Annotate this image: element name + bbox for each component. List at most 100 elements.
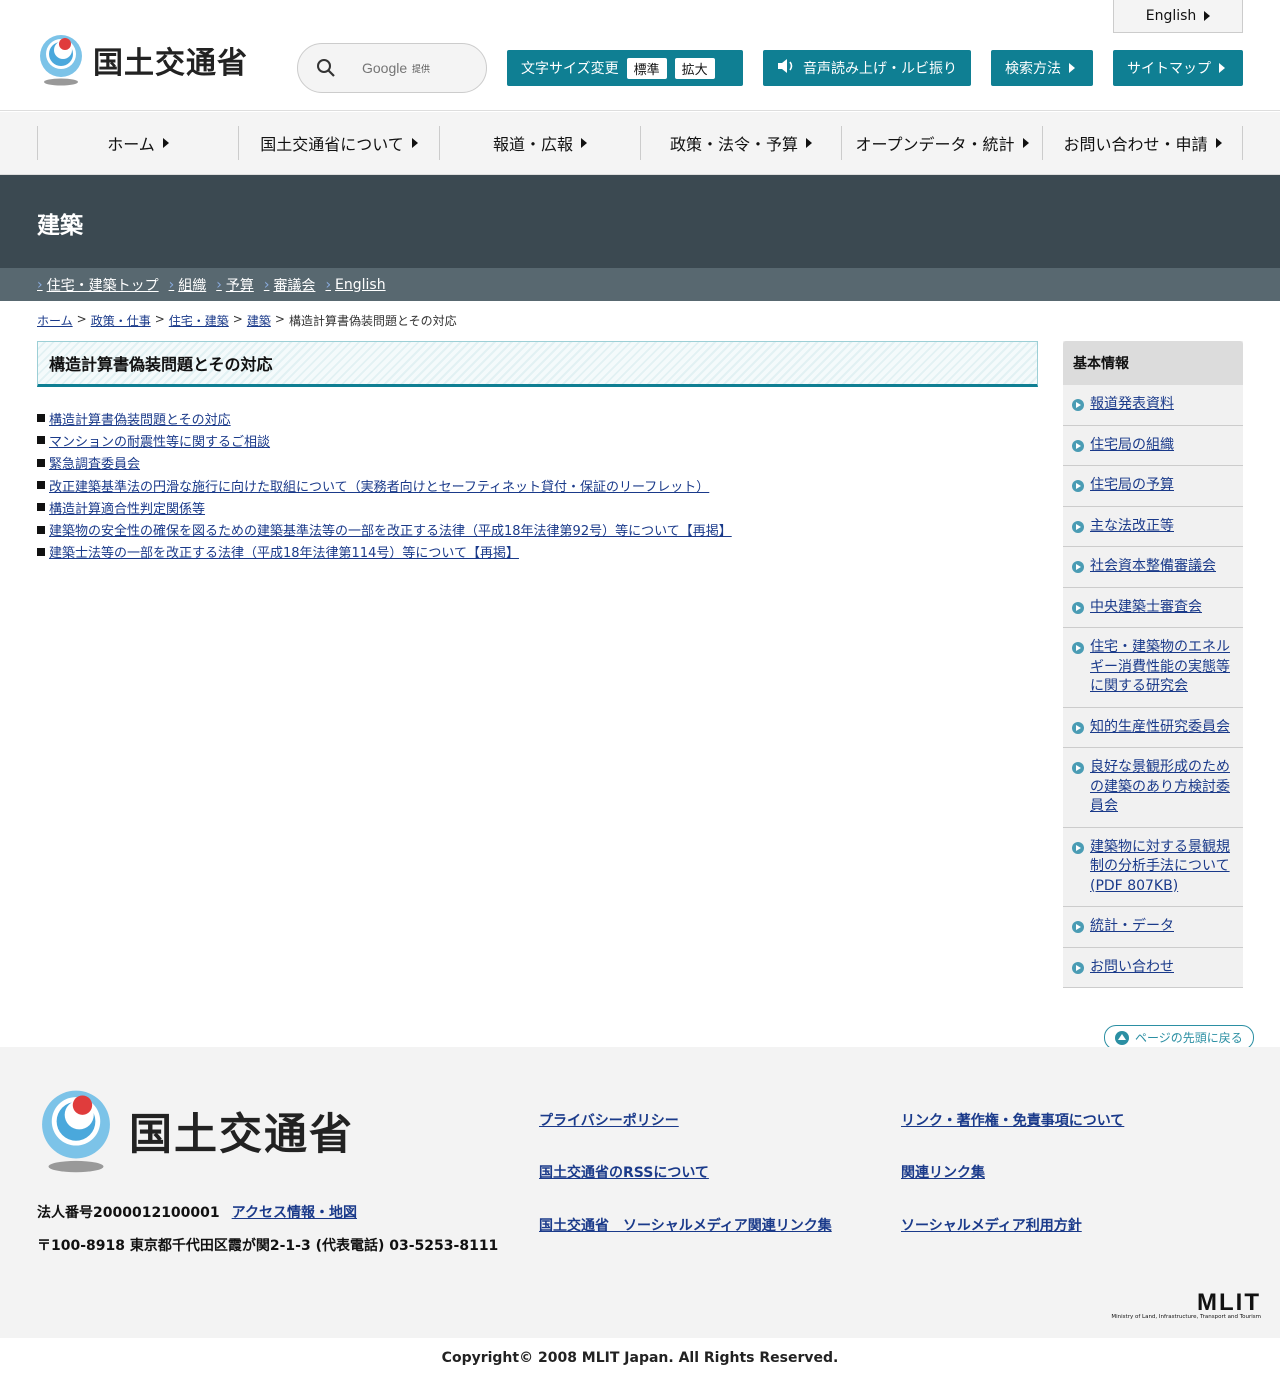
gnav-item-policy[interactable]: 政策・法令・予算 — [640, 126, 841, 160]
footer: 国土交通省 法人番号2000012100001 アクセス情報・地図 〒100-89… — [0, 1047, 1280, 1338]
triangle-right-icon — [162, 138, 169, 148]
square-bullet-icon — [37, 414, 45, 423]
triangle-right-icon — [806, 138, 812, 148]
footer-logo-text: 国土交通省 — [129, 1110, 354, 1160]
mlit-wordmark: MLIT Ministry of Land, Infrastructure, T… — [1101, 1289, 1261, 1320]
subnav-item-organization[interactable]: 組織 — [169, 275, 206, 295]
speech-button-label: 音声読み上げ・ルビ振り — [803, 61, 957, 77]
search-howto-label: 検索方法 — [1005, 61, 1061, 77]
square-bullet-icon — [37, 525, 45, 534]
search-box[interactable]: 提供 — [297, 43, 487, 93]
font-size-standard-button[interactable]: 標準 — [626, 57, 667, 79]
gnav-label: オープンデータ・統計 — [855, 135, 1015, 154]
copyright-disclaimer-link[interactable]: リンク・著作権・免責事項について — [901, 1110, 1124, 1130]
breadcrumb-item[interactable]: 住宅・建築 — [169, 312, 229, 329]
arrow-circle-icon — [1072, 721, 1084, 734]
triangle-right-icon — [1204, 11, 1211, 21]
related-links-link[interactable]: 関連リンク集 — [901, 1162, 985, 1182]
sitemap-button[interactable]: サイトマップ — [1113, 50, 1243, 86]
gnav-item-press[interactable]: 報道・広報 — [439, 126, 640, 160]
arrow-circle-icon — [1072, 841, 1084, 854]
link-list: 構造計算書偽装問題とその対応 マンションの耐震性等に関するご相談 緊急調査委員会… — [37, 407, 732, 563]
gnav-label: 国土交通省について — [260, 135, 404, 154]
english-link[interactable]: English — [1113, 0, 1243, 33]
arrow-circle-icon — [1072, 762, 1084, 774]
list-link[interactable]: 緊急調査委員会 — [49, 453, 140, 472]
subnav-item-council[interactable]: 審議会 — [264, 275, 315, 295]
sidebar-item: 中央建築士審査会 — [1063, 588, 1243, 628]
triangle-right-icon — [581, 138, 587, 148]
sidebar-link[interactable]: 知的生産性研究委員会 — [1090, 719, 1230, 735]
breadcrumb-item[interactable]: 建築 — [247, 312, 271, 329]
sidebar-link[interactable]: お問い合わせ — [1090, 959, 1174, 975]
triangle-right-icon — [411, 138, 418, 148]
sidebar-item: 住宅局の組織 — [1063, 426, 1243, 466]
arrow-circle-icon — [1072, 642, 1084, 654]
arrow-circle-icon — [1072, 561, 1084, 573]
speech-button[interactable]: 音声読み上げ・ルビ振り — [763, 50, 971, 86]
social-media-links-link[interactable]: 国土交通省 ソーシャルメディア関連リンク集 — [539, 1215, 832, 1235]
sidebar-item: 住宅局の予算 — [1063, 466, 1243, 507]
mlit-wordmark-subtitle: Ministry of Land, Infrastructure, Transp… — [1111, 1314, 1261, 1320]
square-bullet-icon — [37, 436, 45, 445]
sidebar-link[interactable]: 社会資本整備審議会 — [1090, 558, 1216, 574]
sidebar-link[interactable]: 統計・データ — [1090, 918, 1174, 934]
subnav-item-top[interactable]: 住宅・建築トップ — [37, 275, 159, 295]
rss-link[interactable]: 国土交通省のRSSについて — [539, 1162, 709, 1182]
footer-logo[interactable]: 国土交通省 — [37, 1089, 354, 1173]
font-size-control: 文字サイズ変更 標準 拡大 — [507, 50, 743, 86]
breadcrumb-item[interactable]: 政策・仕事 — [91, 312, 151, 329]
square-bullet-icon — [37, 481, 45, 490]
square-bullet-icon — [37, 503, 45, 512]
search-provider-label: 提供 — [412, 64, 431, 75]
site-logo[interactable]: 国土交通省 — [37, 33, 262, 87]
list-link[interactable]: 改正建築基準法の円滑な施行に向けた取組について（実務者向けとセーフティネット貸付… — [49, 476, 709, 495]
logo-text: 国土交通省 — [93, 46, 248, 81]
list-link[interactable]: マンションの耐震性等に関するご相談 — [49, 431, 270, 450]
mlit-emblem-icon — [37, 1089, 115, 1173]
sidebar-item: 良好な景観形成のための建築のあり方検討委員会 — [1063, 748, 1243, 828]
corporate-number-text: 法人番号2000012100001 — [37, 1205, 220, 1221]
arrow-up-icon — [1115, 1030, 1129, 1045]
arrow-circle-icon — [1072, 520, 1084, 533]
sidebar-link[interactable]: 良好な景観形成のための建築のあり方検討委員会 — [1090, 759, 1230, 814]
list-item: 構造計算適合性判定関係等 — [37, 496, 732, 518]
gnav-item-home[interactable]: ホーム — [37, 126, 238, 160]
sidebar-link[interactable]: 住宅局の予算 — [1090, 477, 1174, 493]
list-link[interactable]: 構造計算書偽装問題とその対応 — [49, 409, 231, 428]
sidebar-link[interactable]: 住宅局の組織 — [1090, 437, 1174, 453]
font-size-large-button[interactable]: 拡大 — [674, 57, 715, 79]
sidebar-link[interactable]: 中央建築士審査会 — [1090, 599, 1202, 615]
list-item: マンションの耐震性等に関するご相談 — [37, 429, 732, 451]
sidebar: 基本情報 報道発表資料 住宅局の組織 住宅局の予算 主な法改正等 社会資本整備審… — [1063, 341, 1243, 988]
access-map-link[interactable]: アクセス情報・地図 — [232, 1205, 357, 1221]
search-icon[interactable] — [316, 58, 336, 78]
english-link-label: English — [1145, 8, 1197, 24]
gnav-item-contact[interactable]: お問い合わせ・申請 — [1042, 126, 1243, 160]
sidebar-item: 知的生産性研究委員会 — [1063, 708, 1243, 748]
subnav-item-budget[interactable]: 予算 — [216, 275, 254, 295]
arrow-circle-icon — [1072, 921, 1084, 933]
list-link[interactable]: 構造計算適合性判定関係等 — [49, 498, 205, 517]
list-link[interactable]: 建築士法等の一部を改正する法律（平成18年法律第114号）等について【再掲】 — [49, 542, 519, 561]
back-to-top-label: ページの先頭に戻る — [1135, 1031, 1243, 1045]
sidebar-link[interactable]: 建築物に対する景観規制の分析手法について(PDF 807KB) — [1090, 839, 1230, 894]
sidebar-link[interactable]: 住宅・建築物のエネルギー消費性能の実態等に関する研究会 — [1090, 639, 1230, 694]
gnav-item-opendata[interactable]: オープンデータ・統計 — [841, 126, 1042, 160]
breadcrumb-separator: > — [274, 312, 285, 326]
gnav-label: お問い合わせ・申請 — [1063, 135, 1208, 154]
gnav-item-about[interactable]: 国土交通省について — [238, 126, 439, 160]
list-link[interactable]: 建築物の安全性の確保を図るための建築基準法等の一部を改正する法律（平成18年法律… — [49, 520, 732, 539]
sidebar-link[interactable]: 報道発表資料 — [1090, 396, 1174, 412]
gnav-label: 報道・広報 — [492, 135, 573, 154]
search-howto-button[interactable]: 検索方法 — [991, 50, 1093, 86]
sidebar-title: 基本情報 — [1063, 341, 1243, 385]
list-item: 建築士法等の一部を改正する法律（平成18年法律第114号）等について【再掲】 — [37, 541, 732, 563]
breadcrumb-item[interactable]: ホーム — [37, 312, 73, 329]
sidebar-item: お問い合わせ — [1063, 948, 1243, 988]
sidebar-link[interactable]: 主な法改正等 — [1090, 518, 1174, 534]
privacy-policy-link[interactable]: プライバシーポリシー — [539, 1110, 679, 1130]
subnav-item-english[interactable]: English — [325, 277, 386, 293]
social-media-policy-link[interactable]: ソーシャルメディア利用方針 — [901, 1215, 1082, 1235]
list-item: 改正建築基準法の円滑な施行に向けた取組について（実務者向けとセーフティネット貸付… — [37, 474, 732, 496]
